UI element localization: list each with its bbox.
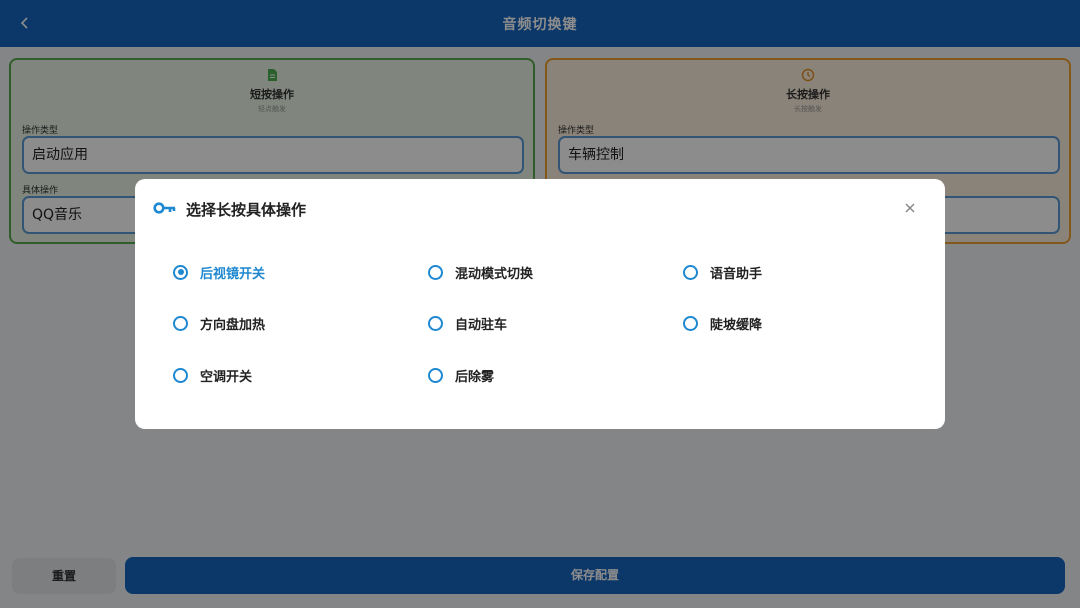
radio-icon: [173, 315, 188, 331]
option-label: 方向盘加热: [200, 317, 266, 333]
dialog-title: 选择长按具体操作: [186, 201, 307, 219]
option-auto-hold[interactable]: 自动驻车: [428, 311, 648, 335]
option-label: 语音助手: [710, 266, 763, 282]
option-ac-switch[interactable]: 空调开关: [173, 363, 393, 387]
close-icon: [905, 203, 915, 213]
radio-icon: [173, 367, 188, 383]
radio-icon: [428, 315, 443, 331]
close-button[interactable]: [901, 199, 919, 217]
option-mirror-switch[interactable]: 后视镜开关: [173, 260, 393, 284]
radio-selected-icon: [173, 264, 188, 280]
option-hybrid-mode[interactable]: 混动模式切换: [428, 260, 648, 284]
option-label: 混动模式切换: [455, 266, 534, 282]
option-voice-assistant[interactable]: 语音助手: [683, 260, 903, 284]
radio-icon: [683, 264, 698, 280]
key-icon: [153, 202, 176, 214]
option-label: 后视镜开关: [200, 266, 266, 282]
select-long-press-action-dialog: 选择长按具体操作 后视镜开关 混动模式切换 语音助手 方向盘加热 自动驻车 陡坡…: [135, 179, 945, 429]
option-label: 陡坡缓降: [710, 317, 763, 333]
option-hill-descent[interactable]: 陡坡缓降: [683, 311, 903, 335]
radio-icon: [428, 264, 443, 280]
option-rear-defog[interactable]: 后除雾: [428, 363, 648, 387]
option-steering-heat[interactable]: 方向盘加热: [173, 311, 393, 335]
option-label: 自动驻车: [455, 317, 508, 333]
radio-icon: [683, 315, 698, 331]
option-label: 后除雾: [455, 369, 495, 385]
radio-icon: [428, 367, 443, 383]
option-label: 空调开关: [200, 369, 253, 385]
